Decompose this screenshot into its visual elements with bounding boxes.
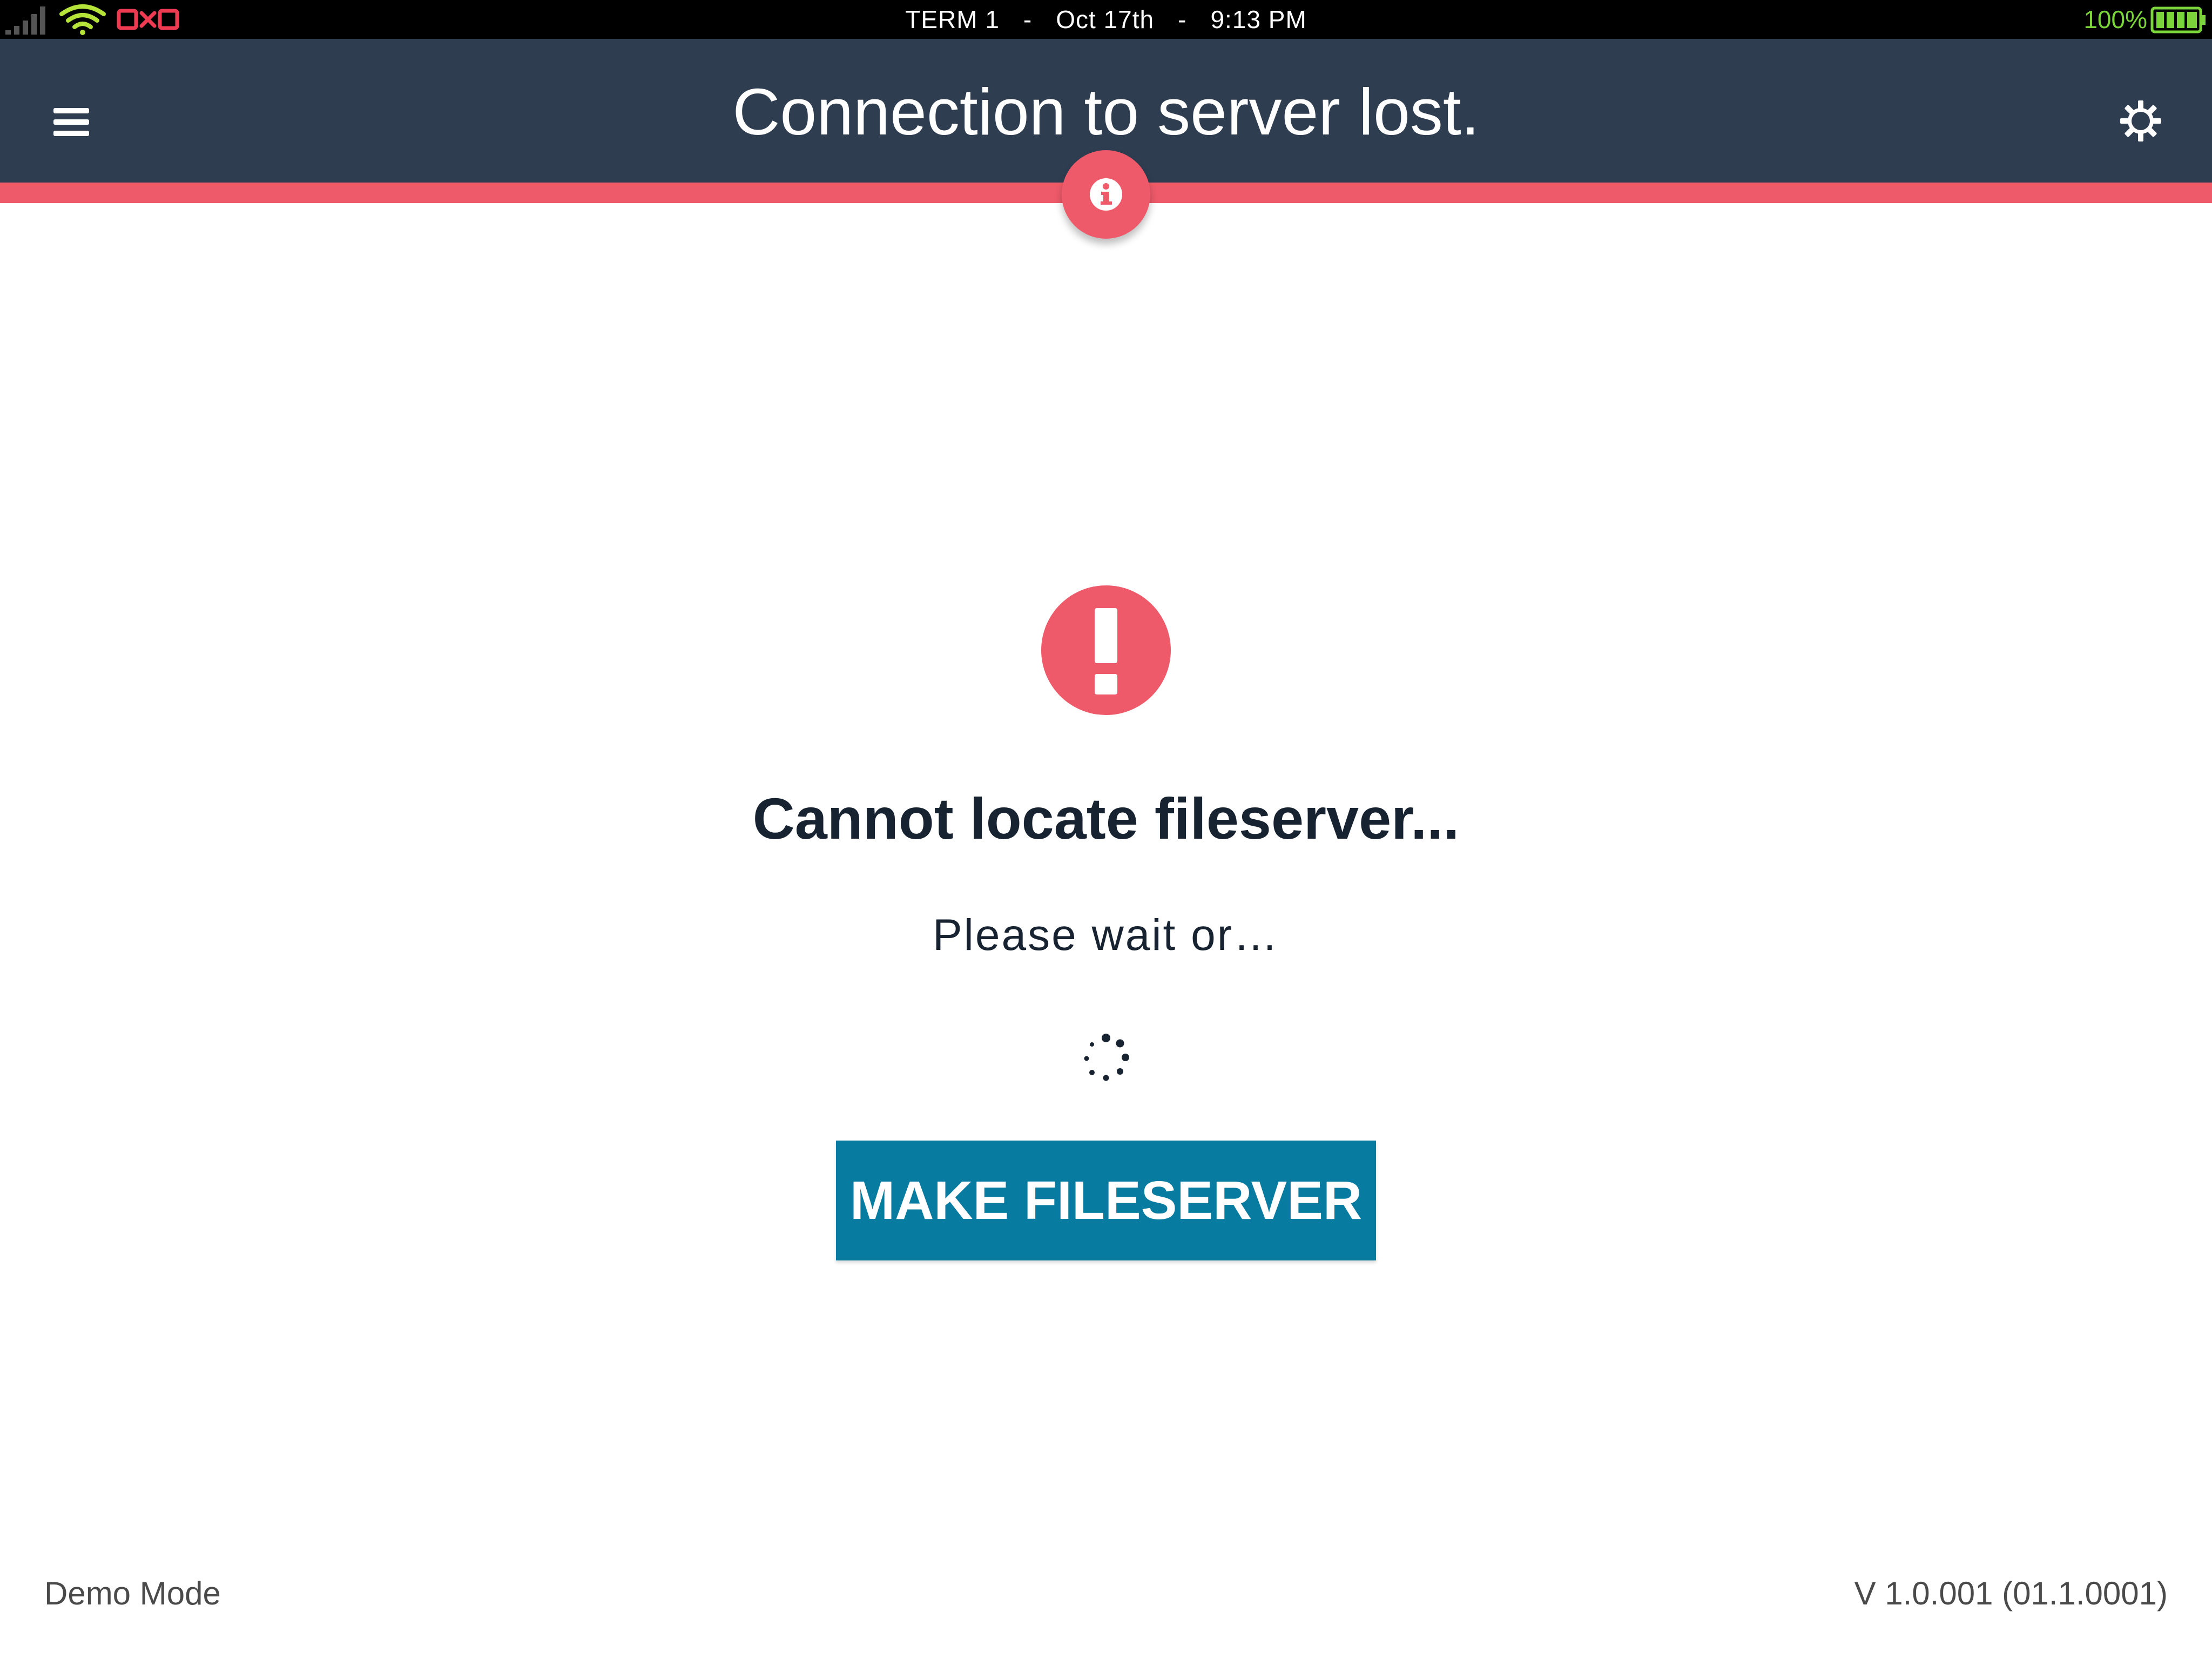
- separator: -: [1178, 5, 1187, 33]
- info-button[interactable]: [1062, 150, 1150, 239]
- status-bar: TERM 1 - Oct 17th - 9:13 PM 100%: [0, 0, 2212, 39]
- wait-message: Please wait or…: [932, 911, 1280, 960]
- demo-mode-label: Demo Mode: [44, 1575, 221, 1611]
- error-headline: Cannot locate fileserver...: [752, 785, 1460, 851]
- time-label: 9:13 PM: [1210, 5, 1307, 33]
- terminal-label: TERM 1: [905, 5, 1000, 33]
- separator: -: [1023, 5, 1033, 33]
- battery-icon: [2150, 6, 2206, 33]
- exclamation-icon: [1041, 585, 1171, 715]
- status-info: TERM 1 - Oct 17th - 9:13 PM: [0, 0, 2212, 39]
- exclamation-dot: [1095, 674, 1117, 694]
- version-label: V 1.0.001 (01.1.0001): [1854, 1575, 2168, 1611]
- exclamation-bar: [1095, 608, 1117, 663]
- battery-percent: 100%: [2083, 5, 2147, 33]
- date-label: Oct 17th: [1056, 5, 1155, 33]
- loading-spinner-icon: [1084, 1034, 1129, 1081]
- make-fileserver-button[interactable]: MAKE FILESERVER: [836, 1141, 1376, 1260]
- info-icon: [1090, 178, 1122, 211]
